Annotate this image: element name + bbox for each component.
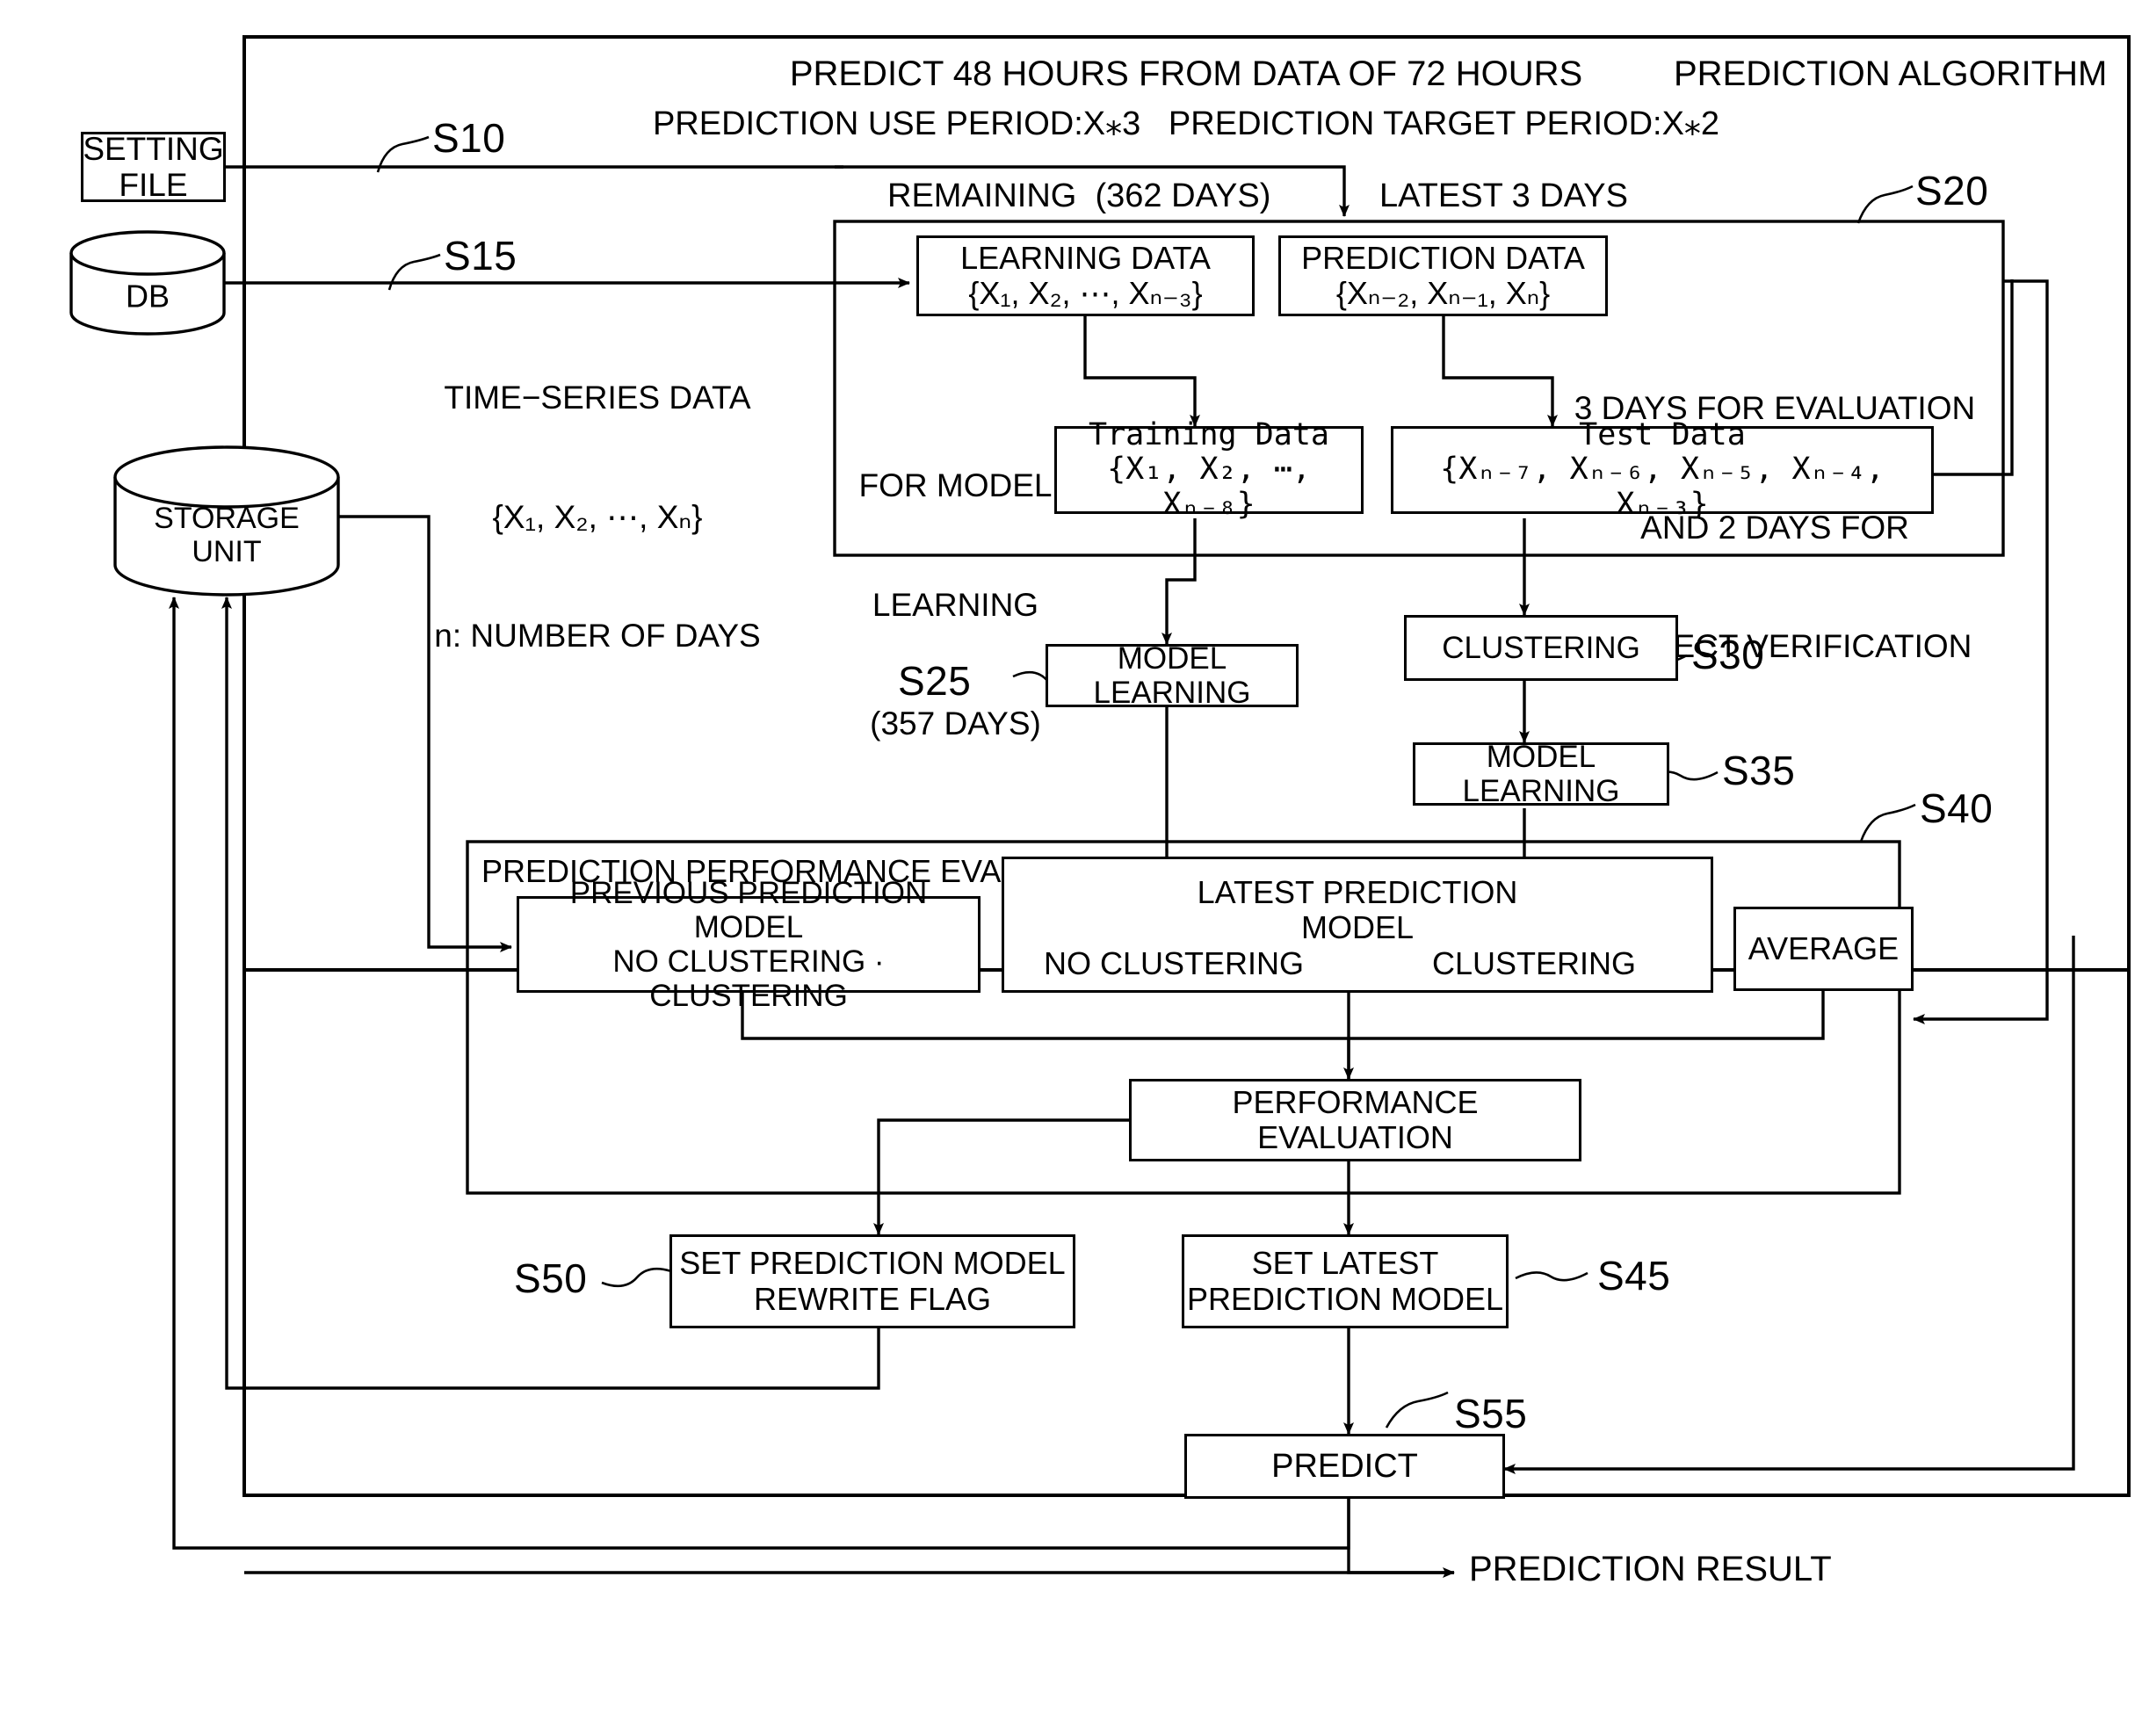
average-box[interactable]: AVERAGE	[1733, 907, 1914, 991]
time-series-line2: {X₁, X₂, ⋯, Xₙ}	[492, 498, 703, 535]
time-series-line3: n: NUMBER OF DAYS	[434, 618, 761, 654]
setting-file-box[interactable]: SETTING FILE	[81, 130, 226, 203]
performance-evaluation-label: PERFORMANCE EVALUATION	[1232, 1083, 1479, 1155]
test-data-line2: {Xₙ₋₇, Xₙ₋₆, Xₙ₋₅, Xₙ₋₄, Xₙ₋₃}	[1440, 452, 1885, 522]
latest-model-no-clustering-label: NO CLUSTERING	[1044, 945, 1305, 981]
test-data-line1: Test Data	[1579, 417, 1746, 453]
predict-box[interactable]: PREDICT	[1184, 1434, 1505, 1499]
prediction-data-line2: {Xₙ₋₂, Xₙ₋₁, Xₙ}	[1335, 275, 1551, 311]
step-label-s45: S45	[1597, 1253, 1671, 1298]
model-learning-right-label: MODEL LEARNING	[1462, 739, 1620, 808]
set-latest-prediction-model-box[interactable]: SET LATEST PREDICTION MODEL	[1182, 1234, 1509, 1328]
prediction-data-box[interactable]: PREDICTION DATA {Xₙ₋₂, Xₙ₋₁, Xₙ}	[1278, 235, 1608, 316]
learning-data-line1: LEARNING DATA	[960, 239, 1211, 276]
for-model-line3: (357 DAYS)	[870, 705, 1041, 741]
model-learning-right-box[interactable]: MODEL LEARNING	[1413, 739, 1669, 808]
latest-model-title-line2: MODEL	[1300, 909, 1415, 946]
rewrite-flag-line2: REWRITE FLAG	[753, 1280, 992, 1317]
training-data-line2: {X₁, X₂, ⋯, Xₙ₋₈}	[1107, 452, 1311, 522]
for-model-line2: LEARNING	[872, 586, 1039, 623]
setting-file-label: SETTING FILE	[83, 130, 224, 203]
previous-model-line2: NO CLUSTERING · CLUSTERING	[612, 944, 885, 1014]
step-label-s40: S40	[1920, 785, 1994, 831]
db-label: DB	[125, 278, 170, 315]
step-label-s50: S50	[514, 1255, 588, 1301]
average-label: AVERAGE	[1748, 929, 1900, 966]
step-label-s35: S35	[1722, 748, 1796, 793]
storage-unit-cylinder[interactable]: STORAGE UNIT	[112, 444, 341, 602]
test-data-box[interactable]: Test Data {Xₙ₋₇, Xₙ₋₆, Xₙ₋₅, Xₙ₋₄, Xₙ₋₃}	[1391, 418, 1934, 521]
predict-label: PREDICT	[1271, 1447, 1418, 1485]
set-latest-model-line2: PREDICTION MODEL	[1186, 1280, 1504, 1317]
set-latest-model-line1: SET LATEST	[1251, 1245, 1439, 1282]
prediction-result-label: PREDICTION RESULT	[1469, 1550, 1832, 1588]
step-label-s10: S10	[432, 115, 506, 161]
learning-data-box[interactable]: LEARNING DATA {X₁, X₂, ⋯, Xₙ₋₃}	[916, 235, 1255, 316]
storage-unit-label-line1: STORAGE	[154, 501, 300, 535]
latest-3-days-label: LATEST 3 DAYS	[1379, 177, 1628, 214]
patent-flow-diagram: PREDICT 48 HOURS FROM DATA OF 72 HOURS P…	[0, 0, 2142, 1736]
latest-model-title-line1: LATEST PREDICTION	[1197, 874, 1518, 910]
prediction-data-line1: PREDICTION DATA	[1301, 239, 1585, 276]
model-learning-left-box[interactable]: MODEL LEARNING	[1046, 640, 1299, 710]
for-model-learning-annotation: FOR MODEL LEARNING (357 DAYS)	[843, 387, 1067, 822]
db-cylinder[interactable]: DB	[69, 230, 227, 336]
algorithm-title: PREDICTION ALGORITHM	[1674, 54, 2108, 93]
storage-unit-label-line2: UNIT	[192, 534, 262, 568]
step-label-s55: S55	[1454, 1391, 1528, 1436]
set-prediction-model-rewrite-flag-box[interactable]: SET PREDICTION MODEL REWRITE FLAG	[669, 1234, 1075, 1328]
time-series-line1: TIME−SERIES DATA	[444, 380, 751, 416]
training-data-box[interactable]: Training Data {X₁, X₂, ⋯, Xₙ₋₈}	[1054, 418, 1364, 521]
step-label-s20: S20	[1915, 168, 1989, 213]
learning-data-line2: {X₁, X₂, ⋯, Xₙ₋₃}	[968, 275, 1203, 311]
previous-prediction-model-box[interactable]: PREVIOUS PREDICTION MODEL NO CLUSTERING …	[517, 876, 981, 1013]
time-series-annotation: TIME−SERIES DATA {X₁, X₂, ⋯, Xₙ} n: NUMB…	[409, 299, 786, 734]
header-line-1: PREDICT 48 HOURS FROM DATA OF 72 HOURS	[789, 54, 1583, 93]
clustering-box[interactable]: CLUSTERING	[1404, 615, 1678, 681]
rewrite-flag-line1: SET PREDICTION MODEL	[679, 1245, 1066, 1282]
model-learning-left-label: MODEL LEARNING	[1093, 640, 1251, 710]
step-label-s15: S15	[444, 233, 517, 278]
remaining-days-label: REMAINING (362 DAYS)	[887, 177, 1271, 214]
latest-model-clustering-label: CLUSTERING	[1432, 945, 1637, 981]
training-data-line1: Training Data	[1089, 417, 1329, 453]
for-model-line1: FOR MODEL	[858, 467, 1053, 504]
clustering-label: CLUSTERING	[1442, 630, 1640, 665]
performance-evaluation-box[interactable]: PERFORMANCE EVALUATION	[1129, 1079, 1581, 1161]
previous-model-line1: PREVIOUS PREDICTION MODEL	[569, 875, 928, 944]
header-line-2: PREDICTION USE PERIOD:X⁎3 PREDICTION TAR…	[652, 105, 1720, 142]
